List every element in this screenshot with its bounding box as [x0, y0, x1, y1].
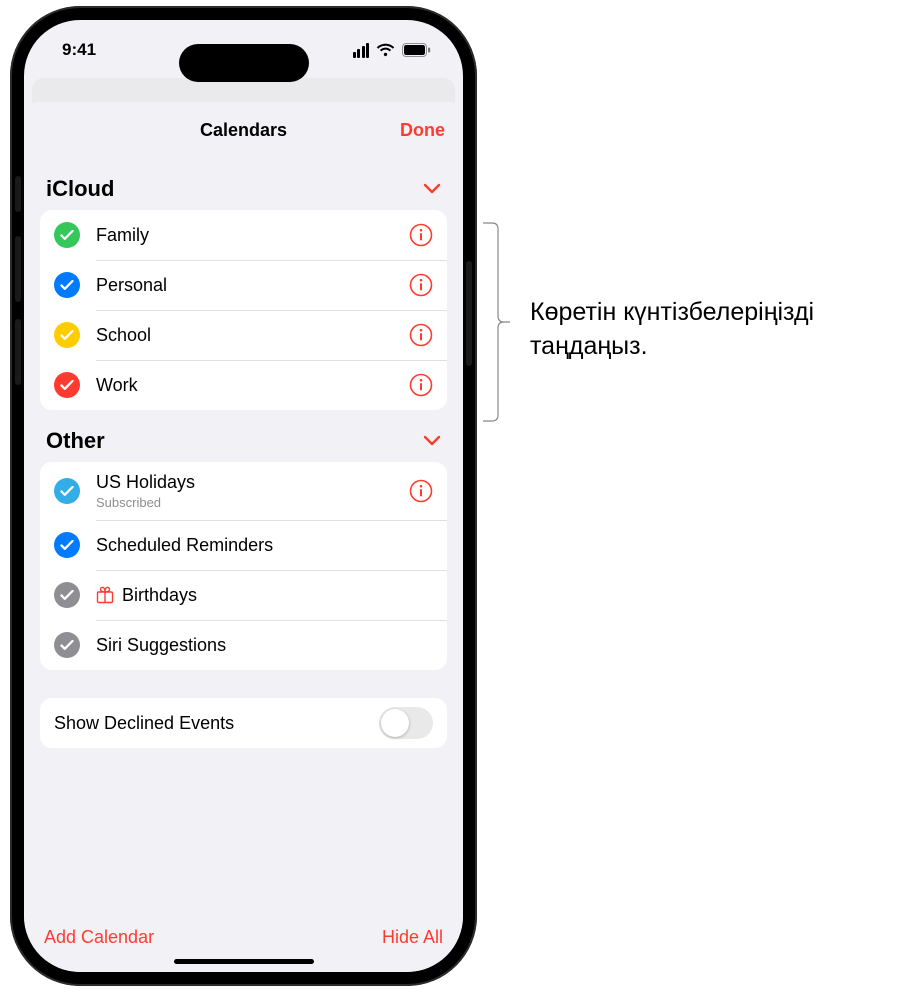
add-calendar-button[interactable]: Add Calendar	[44, 927, 154, 948]
home-indicator[interactable]	[174, 959, 314, 964]
calendar-label: Birthdays	[122, 585, 433, 606]
callout-line2: таңдаңыз.	[530, 330, 814, 364]
section-title-icloud: iCloud	[46, 176, 114, 202]
callout-line1: Көретін күнтізбелеріңізді	[530, 296, 814, 330]
hide-all-button[interactable]: Hide All	[382, 927, 443, 948]
calendar-label: Work	[96, 375, 409, 396]
side-button-silence	[15, 176, 21, 212]
checkmark-icon	[54, 532, 80, 558]
info-icon[interactable]	[409, 323, 433, 347]
checkmark-icon	[54, 372, 80, 398]
checkmark-icon	[54, 322, 80, 348]
chevron-down-icon	[423, 435, 441, 447]
side-button-volume-up	[15, 236, 21, 302]
side-button-volume-down	[15, 319, 21, 385]
toggle-label: Show Declined Events	[54, 713, 234, 734]
calendar-label: School	[96, 325, 409, 346]
info-icon[interactable]	[409, 373, 433, 397]
calendar-row-us-holidays[interactable]: US Holidays Subscribed	[40, 462, 447, 520]
dynamic-island	[179, 44, 309, 82]
calendar-row-birthdays[interactable]: Birthdays	[40, 570, 447, 620]
show-declined-events-toggle[interactable]	[379, 707, 433, 739]
icloud-calendar-group: Family Personal	[40, 210, 447, 410]
callout-bracket	[482, 222, 510, 422]
sheet-title: Calendars	[200, 120, 287, 141]
show-declined-events-row: Show Declined Events	[40, 698, 447, 748]
checkmark-icon	[54, 632, 80, 658]
cellular-icon	[353, 43, 370, 58]
calendar-label: Scheduled Reminders	[96, 535, 433, 556]
calendar-row-siri-suggestions[interactable]: Siri Suggestions	[40, 620, 447, 670]
calendar-row-work[interactable]: Work	[40, 360, 447, 410]
info-icon[interactable]	[409, 479, 433, 503]
callout-text: Көретін күнтізбелеріңізді таңдаңыз.	[530, 296, 814, 364]
checkmark-icon	[54, 272, 80, 298]
calendar-sublabel: Subscribed	[96, 495, 409, 510]
calendar-label: US Holidays	[96, 472, 409, 493]
status-time: 9:41	[62, 40, 96, 60]
checkmark-icon	[54, 478, 80, 504]
other-calendar-group: US Holidays Subscribed Scheduled Re	[40, 462, 447, 670]
checkmark-icon	[54, 582, 80, 608]
battery-icon	[402, 43, 431, 57]
checkmark-icon	[54, 222, 80, 248]
calendar-label: Personal	[96, 275, 409, 296]
side-button-power	[466, 261, 472, 366]
calendar-row-family[interactable]: Family	[40, 210, 447, 260]
phone-frame: 9:41 Calendars	[10, 6, 477, 986]
info-icon[interactable]	[409, 273, 433, 297]
section-header-icloud[interactable]: iCloud	[40, 158, 447, 210]
sheet-body: iCloud Family	[24, 158, 463, 927]
toggle-knob	[381, 709, 409, 737]
wifi-icon	[376, 43, 395, 57]
chevron-down-icon	[423, 183, 441, 195]
calendar-row-scheduled-reminders[interactable]: Scheduled Reminders	[40, 520, 447, 570]
calendar-label: Siri Suggestions	[96, 635, 433, 656]
calendar-label: Family	[96, 225, 409, 246]
info-icon[interactable]	[409, 223, 433, 247]
phone-screen: 9:41 Calendars	[24, 20, 463, 972]
section-title-other: Other	[46, 428, 105, 454]
sheet-header: Calendars Done	[24, 102, 463, 158]
done-button[interactable]: Done	[287, 120, 445, 141]
gift-icon	[96, 586, 114, 604]
calendar-row-school[interactable]: School	[40, 310, 447, 360]
calendars-sheet: Calendars Done iCloud	[24, 102, 463, 972]
section-header-other[interactable]: Other	[40, 410, 447, 462]
calendar-row-personal[interactable]: Personal	[40, 260, 447, 310]
